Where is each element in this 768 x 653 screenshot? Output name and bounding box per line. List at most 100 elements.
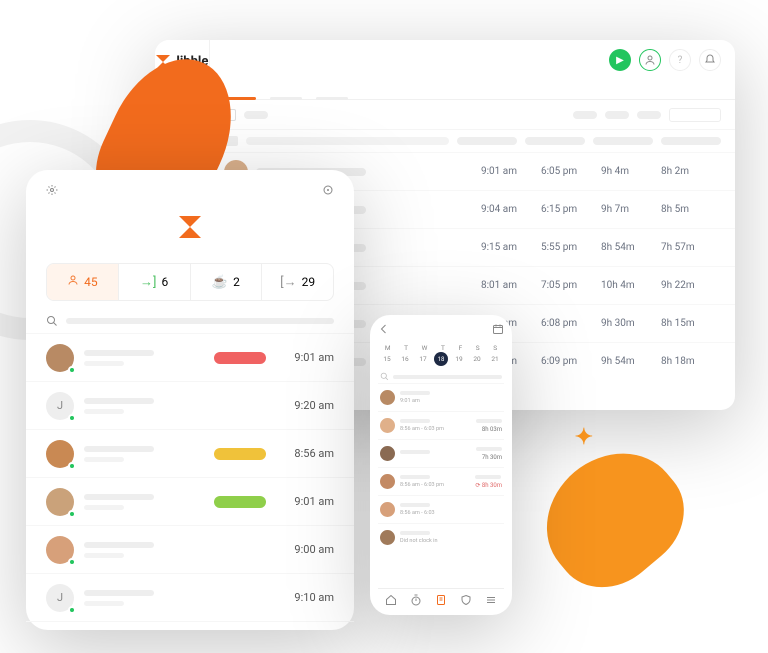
list-item[interactable]: 8:56 am - 6:03 pm8h 03m: [378, 411, 504, 439]
stopwatch-icon: [410, 594, 422, 606]
item-text: [84, 494, 214, 510]
filter-chip[interactable]: [637, 111, 661, 119]
clock-in-time: 9:01 am: [284, 495, 334, 508]
back-button[interactable]: [378, 323, 390, 338]
column-header[interactable]: [593, 137, 653, 145]
status-dot: [68, 558, 76, 566]
search-icon[interactable]: [380, 372, 389, 381]
cell-tracked: 9h 4m: [601, 166, 661, 177]
avatar: [46, 488, 74, 516]
calendar-day-label: S: [493, 344, 497, 352]
phone-tabbar: [378, 588, 504, 609]
filter-chip[interactable]: [244, 111, 268, 119]
home-icon: [385, 594, 397, 606]
search-input[interactable]: [393, 375, 502, 379]
column-header[interactable]: [525, 137, 585, 145]
tab-menu[interactable]: [485, 594, 497, 609]
status-count: 6: [161, 275, 168, 289]
item-text: [400, 450, 471, 457]
list-item[interactable]: 9:01 am: [378, 383, 504, 411]
cell-worked: 8h 18m: [661, 356, 721, 367]
target-button[interactable]: [322, 184, 334, 200]
list-item[interactable]: 8:56 am - 6:03: [378, 495, 504, 523]
clock-in-time: 9:01 am: [284, 351, 334, 364]
cell-tracked: 9h 7m: [601, 204, 661, 215]
status-count: 2: [233, 275, 240, 289]
list-item[interactable]: Did not clock in: [378, 523, 504, 551]
profile-button[interactable]: [639, 49, 661, 71]
tab-shield[interactable]: [460, 594, 472, 609]
tablet-device: 45 →] 6 ☕ 2 [→ 29 9:01 am J9:20 am8:56 am…: [26, 170, 354, 630]
calendar-day-label: F: [459, 344, 463, 352]
status-tab-break[interactable]: ☕ 2: [191, 264, 263, 300]
list-item[interactable]: J9:20 am: [26, 381, 354, 429]
duration: 7h 30m: [476, 447, 502, 461]
duration: ⟳ 8h 30m: [475, 475, 502, 489]
phone-search: [380, 372, 502, 381]
item-text: 8:56 am - 6:03 pm: [400, 419, 471, 432]
avatar: [380, 530, 395, 545]
calendar-day-label: W: [422, 344, 428, 352]
calendar-day-label: T: [404, 344, 408, 352]
cell-out: 6:09 pm: [541, 356, 601, 367]
calendar-date[interactable]: 16: [398, 352, 412, 366]
brand-logo-large: [26, 212, 354, 245]
cell-tracked: 9h 54m: [601, 356, 661, 367]
calendar-button[interactable]: [492, 323, 504, 338]
help-button[interactable]: ?: [669, 49, 691, 71]
cell-out: 7:05 pm: [541, 280, 601, 291]
status-tab-in[interactable]: 45: [47, 264, 119, 300]
item-text: 8:56 am - 6:03 pm: [400, 475, 470, 488]
calendar-icon: [492, 323, 504, 335]
shield-icon: [460, 594, 472, 606]
list-item[interactable]: 9:01 am: [26, 477, 354, 525]
cell-out: 6:08 pm: [541, 318, 601, 329]
column-header[interactable]: [661, 137, 721, 145]
avatar: [46, 536, 74, 564]
decorative-blob: [521, 427, 705, 609]
cell-worked: 8h 15m: [661, 318, 721, 329]
chevron-left-icon: [378, 323, 390, 335]
item-text: 9:01 am: [400, 391, 497, 404]
desktop-tabs: [210, 80, 735, 100]
tab-timesheets[interactable]: [435, 594, 447, 609]
avatar: J: [46, 584, 74, 612]
logout-icon: [→: [280, 274, 296, 290]
status-count: 29: [302, 275, 316, 289]
list-item[interactable]: 8:56 am: [26, 429, 354, 477]
status-dot: [68, 414, 76, 422]
sheet-icon: [435, 594, 447, 606]
user-icon: [644, 54, 656, 66]
filter-chip[interactable]: [573, 111, 597, 119]
clock-in-button[interactable]: ▶: [609, 49, 631, 71]
desktop-topbar: ▶ ?: [210, 40, 735, 80]
calendar-date[interactable]: 15: [380, 352, 394, 366]
cell-out: 6:15 pm: [541, 204, 601, 215]
tab-timer[interactable]: [410, 594, 422, 609]
hourglass-icon: [179, 216, 201, 238]
tab-home[interactable]: [385, 594, 397, 609]
settings-button[interactable]: [46, 184, 58, 200]
status-dot: [68, 510, 76, 518]
column-header[interactable]: [457, 137, 517, 145]
list-item[interactable]: 9:13 am: [26, 621, 354, 622]
table-header: [210, 130, 735, 152]
notifications-button[interactable]: [699, 49, 721, 71]
calendar-date[interactable]: 21: [488, 352, 502, 366]
calendar-date[interactable]: 20: [470, 352, 484, 366]
filter-chip[interactable]: [605, 111, 629, 119]
export-button[interactable]: [669, 108, 721, 122]
status-tab-entered[interactable]: →] 6: [119, 264, 191, 300]
calendar-date[interactable]: 18: [434, 352, 448, 366]
search-input[interactable]: [66, 318, 334, 324]
list-item[interactable]: J9:10 am: [26, 573, 354, 621]
calendar-date[interactable]: 19: [452, 352, 466, 366]
menu-icon: [485, 594, 497, 606]
list-item[interactable]: 9:01 am: [26, 333, 354, 381]
search-icon[interactable]: [46, 315, 58, 327]
list-item[interactable]: 7h 30m: [378, 439, 504, 467]
list-item[interactable]: 9:00 am: [26, 525, 354, 573]
status-tab-out[interactable]: [→ 29: [262, 264, 333, 300]
calendar-date[interactable]: 17: [416, 352, 430, 366]
list-item[interactable]: 8:56 am - 6:03 pm ⟳ 8h 30m: [378, 467, 504, 495]
